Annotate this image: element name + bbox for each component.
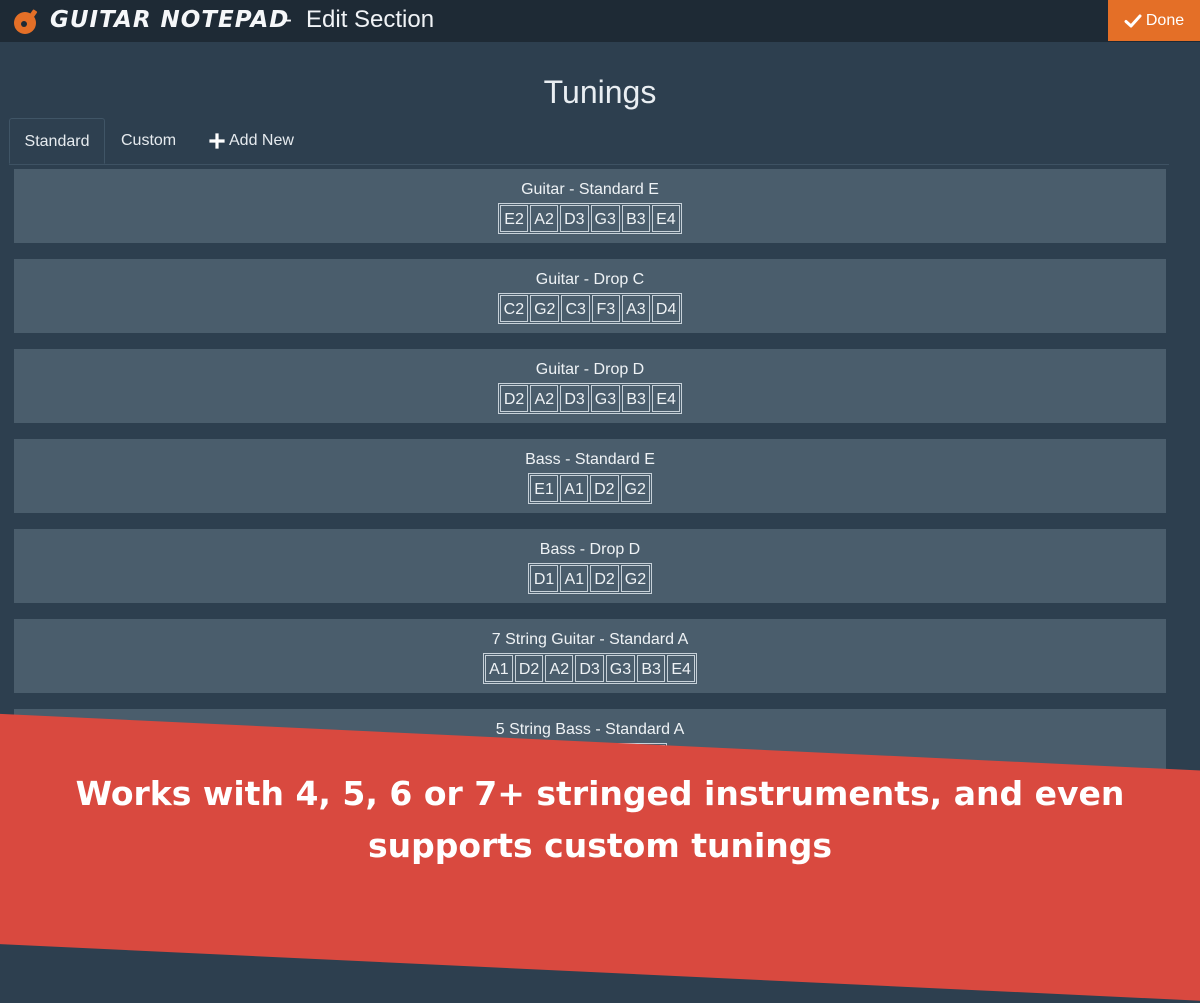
note-box: F3	[591, 295, 620, 322]
note-box: G3	[590, 205, 620, 232]
note-box: A1	[560, 475, 589, 502]
note-box: B3	[621, 205, 650, 232]
note-box: A2	[530, 385, 559, 412]
note-box: A2	[530, 205, 559, 232]
tuning-name: Guitar - Standard E	[521, 181, 659, 198]
note-box: D3	[560, 385, 589, 412]
section-title: Edit Section	[306, 6, 435, 33]
tuning-notes: D1 A1 D2 G2	[527, 563, 653, 594]
note-box: E1	[530, 475, 559, 502]
note-box: A3	[621, 295, 650, 322]
tuning-row[interactable]: 7 String Guitar - Standard A A1 D2 A2 D3 G3 B3…	[14, 619, 1166, 693]
note-box: B3	[637, 655, 666, 682]
note-box: E4	[667, 655, 696, 682]
note-box: G2	[620, 565, 651, 592]
add-new-label: Add New	[229, 132, 294, 149]
tab-add-new[interactable]: Add New	[209, 118, 294, 164]
note-box: D2	[590, 475, 619, 502]
tab-standard[interactable]: Standard	[9, 118, 105, 164]
note-box: D2	[499, 385, 529, 412]
tuning-notes: C2 G2 C3 F3 A3 D4	[497, 293, 683, 324]
note-box: D2	[590, 565, 619, 592]
tuning-notes: D2 A2 D3 G3 B3 E4	[497, 383, 683, 414]
tuning-name: Guitar - Drop D	[535, 361, 645, 378]
note-box: E4	[652, 385, 681, 412]
tuning-notes: E2 A2 D3 G3 B3 E4	[498, 203, 682, 234]
tuning-row[interactable]: Guitar - Drop C C2 G2 C3 F3 A3 D4	[14, 259, 1166, 333]
tuning-notes: E1 A1 D2 G2	[528, 473, 652, 504]
note-box: G2	[620, 475, 650, 502]
tuning-row[interactable]: Bass - Drop D D1 A1 D2 G2	[14, 529, 1166, 603]
note-box: G2	[530, 295, 560, 322]
done-label: Done	[1145, 11, 1185, 29]
title-separator: -	[284, 6, 292, 33]
note-box: E2	[500, 205, 529, 232]
tuning-name: Guitar - Drop C	[535, 271, 645, 288]
app-name: GUITAR NOTEPAD	[50, 7, 290, 33]
tuning-name: 7 String Guitar - Standard A	[491, 631, 689, 648]
tuning-tabs: Standard Custom Add New	[9, 118, 1169, 165]
note-box: D3	[575, 655, 604, 682]
promo-banner-text: Works with 4, 5, 6 or 7+ stringed instru…	[75, 774, 1125, 865]
tuning-name: Bass - Standard E	[525, 451, 655, 468]
tuning-row[interactable]: Guitar - Standard E E2 A2 D3 G3 B3 E4	[14, 169, 1166, 243]
note-box: C2	[499, 295, 529, 322]
tuning-row[interactable]: Guitar - Drop D D2 A2 D3 G3 B3 E4	[14, 349, 1166, 423]
tuning-name: Bass - Drop D	[539, 541, 641, 558]
page-title: Tunings	[543, 74, 657, 110]
done-button[interactable]: Done	[1108, 0, 1200, 41]
top-bar: GUITAR NOTEPAD - Edit Section Done	[0, 0, 1200, 42]
check-icon	[1124, 14, 1142, 27]
note-box: G3	[590, 385, 621, 412]
guitar-logo-icon	[14, 9, 38, 34]
note-box: D1	[529, 565, 559, 592]
note-box: A1	[560, 565, 589, 592]
note-box: A2	[545, 655, 574, 682]
note-box: E4	[651, 205, 680, 232]
tab-custom[interactable]: Custom	[121, 118, 176, 164]
note-box: C3	[561, 295, 590, 322]
note-box: G3	[605, 655, 636, 682]
note-box: A1	[484, 655, 513, 682]
tuning-row[interactable]: Bass - Standard E E1 A1 D2 G2	[14, 439, 1166, 513]
note-box: D2	[514, 655, 544, 682]
note-box: D4	[651, 295, 681, 322]
plus-icon	[209, 133, 225, 149]
note-box: B3	[622, 385, 651, 412]
tuning-notes: A1 D2 A2 D3 G3 B3 E4	[482, 653, 698, 684]
note-box: D3	[560, 205, 589, 232]
